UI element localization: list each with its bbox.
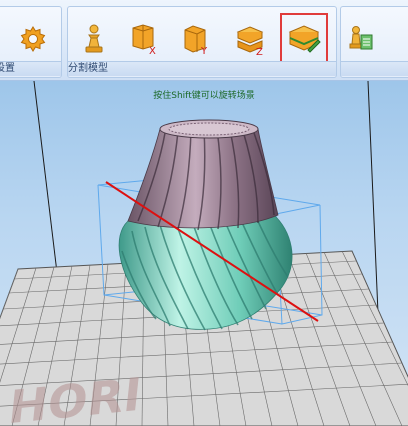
more-tools-group-label [341, 61, 408, 76]
settings-gear-icon[interactable] [15, 19, 51, 59]
partial-tool-icon[interactable] [393, 19, 408, 59]
viewport-hint-text: 按住Shift键可以旋转场景 [153, 91, 255, 101]
cut-free-plane-icon[interactable] [280, 13, 328, 65]
split-model-group: X Y Z 分割模型 [67, 6, 337, 78]
cut-y-axis-label: Y [200, 46, 208, 56]
settings-group: 设置 [0, 6, 62, 78]
3d-viewport[interactable]: HORI 按住Shift键可以旋转场景 [0, 81, 408, 426]
axis-line-back-left [33, 81, 59, 282]
cut-z-icon[interactable]: Z [232, 19, 268, 59]
more-tools-group [340, 6, 408, 78]
pawn-document-icon[interactable] [343, 19, 379, 59]
cut-x-icon[interactable]: X [126, 19, 162, 59]
chess-pawn-icon[interactable] [76, 19, 112, 59]
cut-y-icon[interactable]: Y [178, 19, 214, 59]
split-model-group-label: 分割模型 [68, 61, 336, 76]
cut-x-axis-label: X [149, 46, 156, 56]
vase-model[interactable] [118, 119, 293, 331]
axis-line-back-right [367, 81, 379, 314]
cut-z-axis-label: Z [256, 47, 263, 56]
settings-group-label: 设置 [0, 61, 61, 76]
ribbon-toolbar: 设置 X Y [0, 0, 408, 81]
scene-canvas[interactable]: HORI [0, 81, 408, 426]
